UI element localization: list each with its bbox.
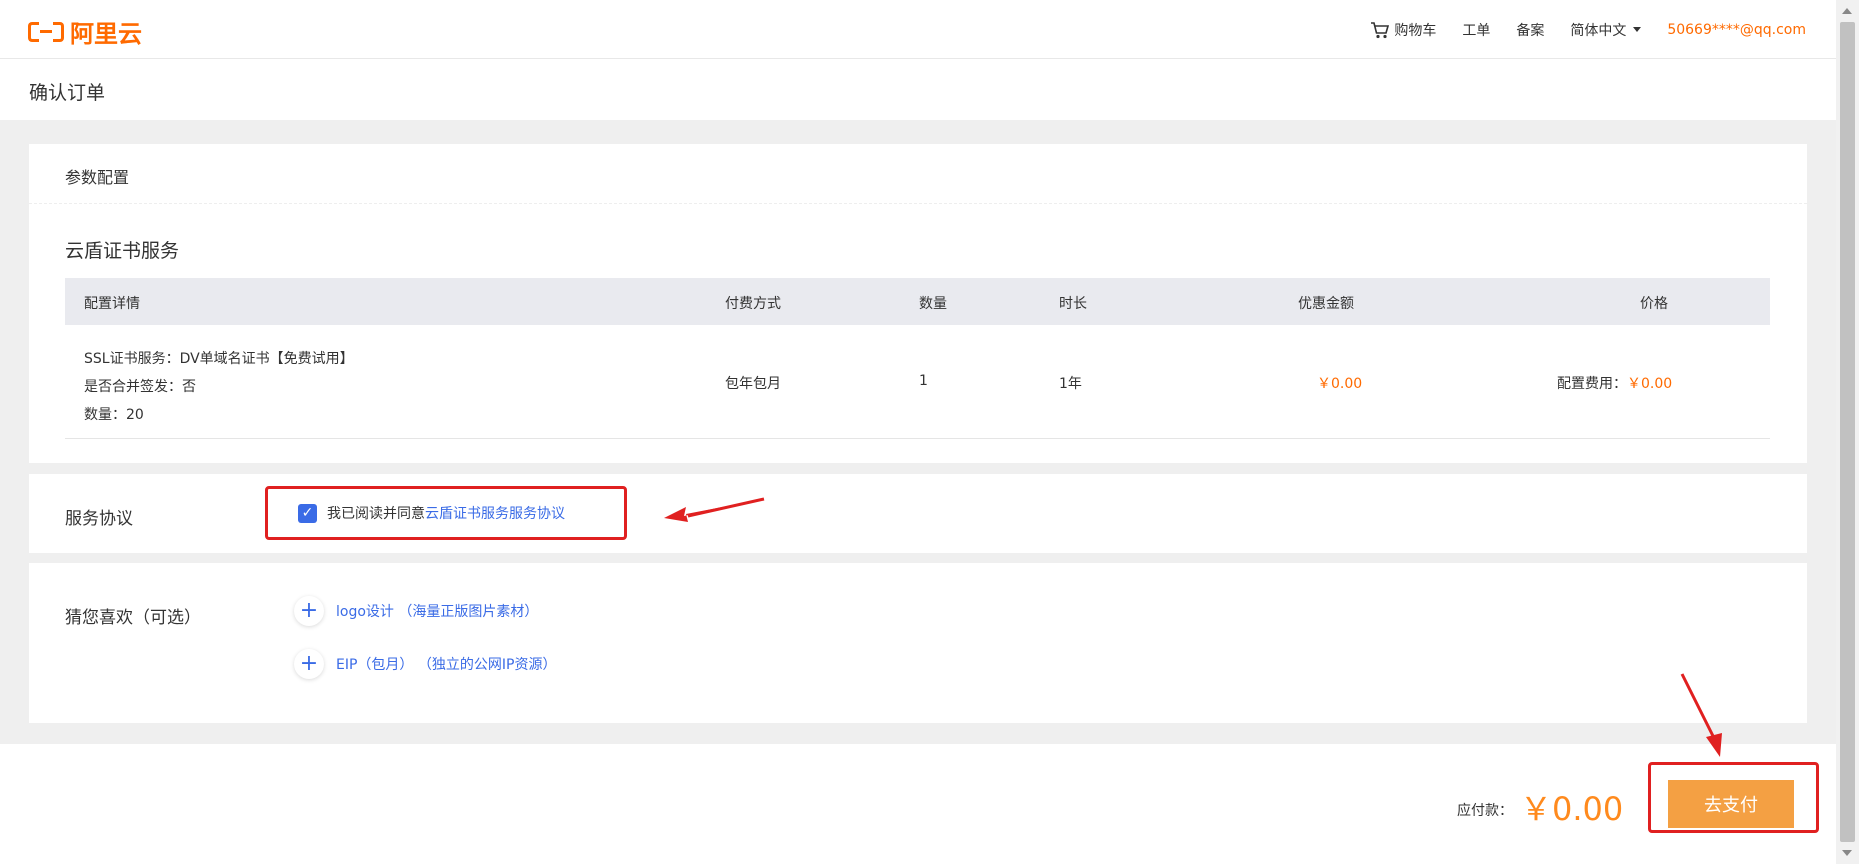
price-value: ￥0.00 — [1627, 376, 1673, 392]
scrollbar-thumb[interactable] — [1840, 22, 1855, 842]
page-scrollbar[interactable] — [1836, 0, 1859, 864]
agreement-text: 我已阅读并同意 — [327, 506, 425, 522]
table-row: SSL证书服务：DV单域名证书【免费试用】 是否合并签发：否 数量：20 包年包… — [65, 325, 1770, 439]
row-quantity: 1 — [919, 373, 928, 389]
aliyun-logo-icon — [28, 20, 64, 44]
language-label: 简体中文 — [1570, 22, 1627, 39]
table-header: 配置详情 付费方式 数量 时长 优惠金额 价格 — [65, 278, 1770, 325]
order-footer: 应付款： ￥0.00 去支付 — [0, 744, 1836, 864]
col-price: 价格 — [1640, 296, 1668, 312]
checkmark-icon: ✓ — [301, 505, 314, 521]
nav-cart-label: 购物车 — [1394, 22, 1437, 39]
row-duration: 1年 — [1059, 376, 1082, 392]
recommend-item-text[interactable]: logo设计 （海量正版图片素材） — [336, 601, 538, 621]
recommend-item-text[interactable]: EIP（包月） （独立的公网IP资源） — [336, 654, 556, 674]
row-discount: ￥0.00 — [1317, 376, 1363, 392]
recommend-item[interactable]: + EIP（包月） （独立的公网IP资源） — [294, 649, 556, 679]
col-payment: 付费方式 — [725, 296, 781, 312]
amount-due-value: ￥0.00 — [1520, 790, 1624, 828]
config-card-header: 参数配置 — [29, 144, 1807, 204]
col-detail: 配置详情 — [84, 296, 140, 312]
nav-filing[interactable]: 备案 — [1516, 20, 1544, 40]
detail-line-quantity: 数量：20 — [84, 407, 144, 423]
scroll-down-arrow-icon[interactable] — [1842, 850, 1852, 856]
caret-down-icon — [1633, 27, 1642, 32]
nav-ticket-label: 工单 — [1462, 22, 1491, 39]
nav-cart[interactable]: 购物车 — [1370, 20, 1436, 40]
pay-button[interactable]: 去支付 — [1668, 780, 1794, 828]
plus-icon[interactable]: + — [294, 596, 324, 626]
col-duration: 时长 — [1059, 296, 1087, 312]
amount-due-label: 应付款： — [1457, 803, 1513, 819]
detail-line-merge: 是否合并签发：否 — [84, 379, 196, 395]
page-title: 确认订单 — [29, 82, 106, 104]
aliyun-logo[interactable]: 阿里云 — [28, 14, 142, 49]
shopping-cart-icon — [1371, 21, 1390, 38]
page-title-bar: 确认订单 — [0, 60, 1836, 120]
agreement-link[interactable]: 云盾证书服务服务协议 — [425, 506, 565, 522]
col-quantity: 数量 — [919, 296, 947, 312]
nav-ticket[interactable]: 工单 — [1462, 20, 1490, 40]
agreement-highlight-box: ✓ 我已阅读并同意云盾证书服务服务协议 — [265, 486, 627, 540]
nav-filing-label: 备案 — [1516, 22, 1545, 39]
row-detail: SSL证书服务：DV单域名证书【免费试用】 是否合并签发：否 数量：20 — [84, 345, 354, 429]
recommend-card: 猜您喜欢（可选） + logo设计 （海量正版图片素材） + EIP（包月） （… — [29, 563, 1807, 723]
recommend-item[interactable]: + logo设计 （海量正版图片素材） — [294, 596, 538, 626]
main-content: 参数配置 云盾证书服务 配置详情 付费方式 数量 时长 优惠金额 价格 SSL证… — [0, 120, 1836, 744]
order-table: 配置详情 付费方式 数量 时长 优惠金额 价格 SSL证书服务：DV单域名证书【… — [65, 278, 1770, 439]
agreement-checkbox[interactable]: ✓ — [298, 503, 317, 523]
recommend-label: 猜您喜欢（可选） — [65, 608, 201, 628]
config-card-heading: 参数配置 — [65, 168, 130, 187]
detail-line-ssl: SSL证书服务：DV单域名证书【免费试用】 — [84, 351, 354, 367]
row-price: 配置费用：￥0.00 — [1557, 373, 1672, 393]
agreement-label: 服务协议 — [65, 509, 133, 529]
col-discount: 优惠金额 — [1298, 296, 1354, 312]
plus-icon[interactable]: + — [294, 649, 324, 679]
top-nav-bar: 阿里云 购物车 工单 备案 简体中文 50669****@qq.com — [0, 0, 1836, 59]
nav-right: 购物车 工单 备案 简体中文 50669****@qq.com — [1370, 0, 1806, 59]
product-title: 云盾证书服务 — [65, 240, 180, 262]
agreement-card: 服务协议 ✓ 我已阅读并同意云盾证书服务服务协议 — [29, 474, 1807, 553]
scroll-up-arrow-icon[interactable] — [1842, 8, 1852, 14]
agreement-text-wrap: 我已阅读并同意云盾证书服务服务协议 — [327, 503, 565, 523]
language-dropdown[interactable]: 简体中文 — [1570, 20, 1642, 40]
user-email: 50669****@qq.com — [1667, 21, 1806, 38]
row-payment: 包年包月 — [725, 376, 781, 392]
price-label: 配置费用： — [1557, 376, 1627, 392]
user-account-link[interactable]: 50669****@qq.com — [1667, 22, 1806, 38]
config-card: 参数配置 云盾证书服务 配置详情 付费方式 数量 时长 优惠金额 价格 SSL证… — [29, 144, 1807, 463]
logo-text: 阿里云 — [70, 20, 142, 48]
